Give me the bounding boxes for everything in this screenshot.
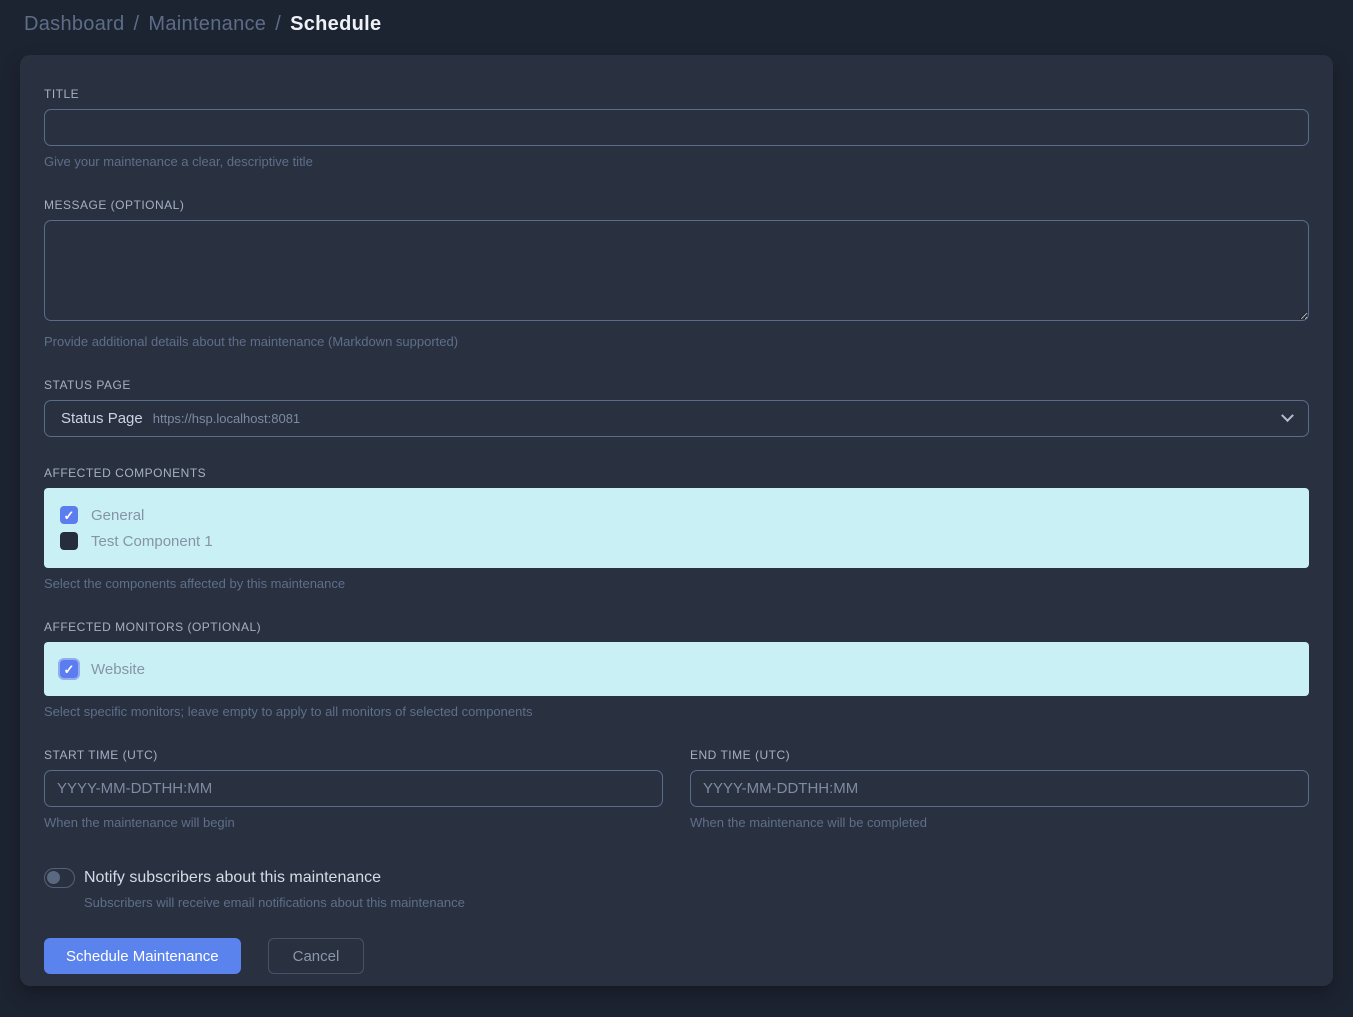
chevron-down-icon	[1281, 409, 1294, 422]
affected-components-group: AFFECTED COMPONENTS ✓ General Test Compo…	[44, 466, 1309, 591]
status-page-selected-url: https://hsp.localhost:8081	[153, 411, 300, 426]
start-time-input[interactable]	[44, 770, 663, 807]
status-page-select[interactable]: Status Page https://hsp.localhost:8081	[44, 400, 1309, 437]
notify-subscribers-group: Notify subscribers about this maintenanc…	[44, 868, 1309, 910]
checkbox-website-checked[interactable]: ✓	[60, 660, 78, 678]
message-label: MESSAGE (OPTIONAL)	[44, 198, 1309, 212]
affected-monitors-group: AFFECTED MONITORS (OPTIONAL) ✓ Website S…	[44, 620, 1309, 719]
end-time-helper-text: When the maintenance will be completed	[690, 815, 1309, 830]
notify-toggle-row: Notify subscribers about this maintenanc…	[44, 868, 1309, 888]
breadcrumb-maintenance[interactable]: Maintenance	[148, 13, 266, 36]
affected-monitors-helper-text: Select specific monitors; leave empty to…	[44, 704, 1309, 719]
toggle-knob	[47, 871, 60, 884]
notify-toggle-switch[interactable]	[44, 868, 75, 888]
status-page-field-group: STATUS PAGE Status Page https://hsp.loca…	[44, 378, 1309, 437]
breadcrumb-separator: /	[134, 13, 140, 36]
start-time-label: START TIME (UTC)	[44, 748, 663, 762]
checkmark-icon: ✓	[64, 509, 75, 522]
checkmark-icon: ✓	[64, 663, 75, 676]
affected-monitors-panel: ✓ Website	[44, 642, 1309, 696]
message-textarea[interactable]	[44, 220, 1309, 321]
end-time-label: END TIME (UTC)	[690, 748, 1309, 762]
component-option-label: General	[91, 507, 144, 524]
page-header: Dashboard / Maintenance / Schedule	[0, 0, 1353, 46]
affected-monitors-label: AFFECTED MONITORS (OPTIONAL)	[44, 620, 1309, 634]
breadcrumb-separator: /	[275, 13, 281, 36]
component-option-label: Test Component 1	[91, 533, 213, 550]
breadcrumb-dashboard[interactable]: Dashboard	[24, 13, 125, 36]
status-page-selected-name: Status Page	[61, 410, 143, 427]
message-helper-text: Provide additional details about the mai…	[44, 334, 1309, 349]
time-fields-row: START TIME (UTC) When the maintenance wi…	[44, 748, 1309, 830]
form-actions: Schedule Maintenance Cancel	[44, 938, 1309, 974]
checkbox-general-checked[interactable]: ✓	[60, 506, 78, 524]
affected-components-helper-text: Select the components affected by this m…	[44, 576, 1309, 591]
end-time-field-group: END TIME (UTC) When the maintenance will…	[690, 748, 1309, 830]
affected-components-label: AFFECTED COMPONENTS	[44, 466, 1309, 480]
status-page-label: STATUS PAGE	[44, 378, 1309, 392]
title-field-group: TITLE Give your maintenance a clear, des…	[44, 87, 1309, 169]
affected-components-panel: ✓ General Test Component 1	[44, 488, 1309, 568]
title-input[interactable]	[44, 109, 1309, 146]
checkbox-test-component-1-unchecked[interactable]	[60, 532, 78, 550]
component-option-general[interactable]: ✓ General	[60, 502, 1293, 528]
message-field-group: MESSAGE (OPTIONAL) Provide additional de…	[44, 198, 1309, 349]
monitor-option-label: Website	[91, 661, 145, 678]
notify-toggle-label[interactable]: Notify subscribers about this maintenanc…	[84, 869, 381, 887]
title-helper-text: Give your maintenance a clear, descripti…	[44, 154, 1309, 169]
breadcrumb: Dashboard / Maintenance / Schedule	[24, 13, 1329, 36]
schedule-maintenance-button[interactable]: Schedule Maintenance	[44, 938, 241, 974]
schedule-maintenance-form-card: TITLE Give your maintenance a clear, des…	[20, 55, 1333, 986]
monitor-option-website[interactable]: ✓ Website	[60, 656, 1293, 682]
notify-helper-text: Subscribers will receive email notificat…	[84, 895, 1309, 910]
start-time-field-group: START TIME (UTC) When the maintenance wi…	[44, 748, 663, 830]
start-time-helper-text: When the maintenance will begin	[44, 815, 663, 830]
cancel-button[interactable]: Cancel	[268, 938, 365, 974]
title-label: TITLE	[44, 87, 1309, 101]
end-time-input[interactable]	[690, 770, 1309, 807]
component-option-test-component-1[interactable]: Test Component 1	[60, 528, 1293, 554]
breadcrumb-schedule: Schedule	[290, 13, 381, 36]
